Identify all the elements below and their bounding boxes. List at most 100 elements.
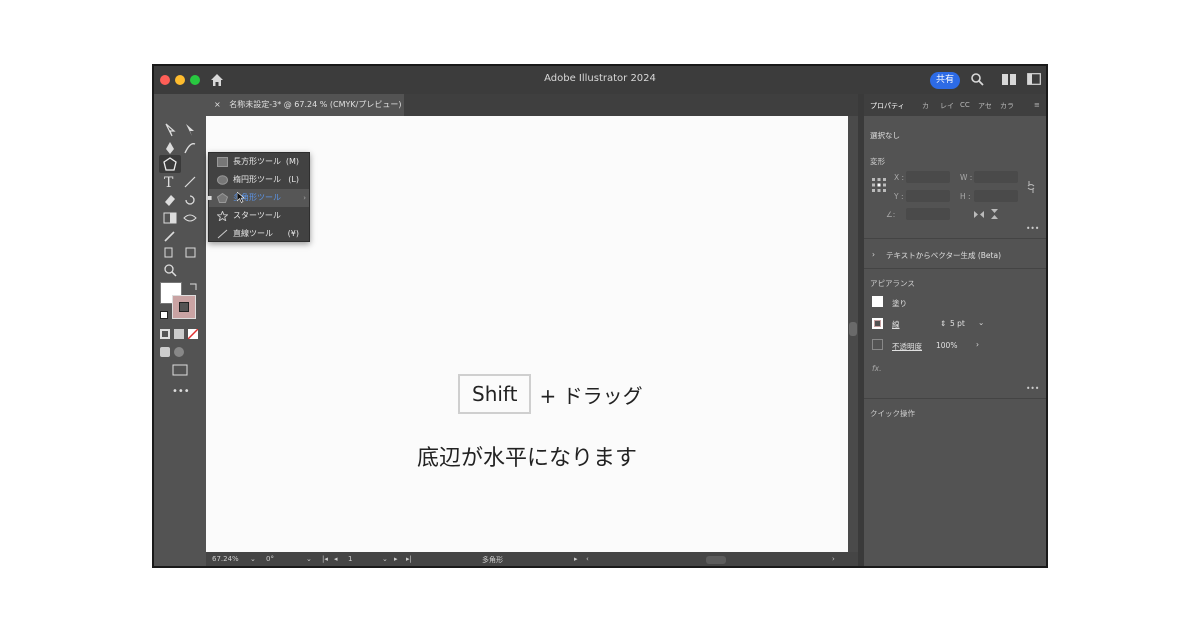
- tab-cc-libraries[interactable]: CC: [960, 101, 970, 109]
- default-colors-icon[interactable]: [160, 311, 168, 319]
- none-mode-icon[interactable]: [188, 329, 198, 339]
- y-field[interactable]: [906, 190, 950, 202]
- star-icon: [217, 211, 228, 221]
- stroke-color-swatch[interactable]: [172, 295, 196, 319]
- rotation-value[interactable]: 0°: [266, 555, 274, 563]
- tab-color[interactable]: カラ: [1000, 101, 1014, 111]
- close-tab-icon[interactable]: ×: [214, 100, 221, 109]
- opacity-dropdown-icon[interactable]: ›: [976, 340, 979, 349]
- reference-point-icon[interactable]: [872, 178, 886, 192]
- draw-behind-icon[interactable]: [174, 347, 184, 357]
- x-label: X :: [894, 173, 905, 182]
- vertical-scrollbar[interactable]: [848, 116, 858, 552]
- flip-vertical-icon[interactable]: [990, 209, 999, 219]
- title-bar: Adobe Illustrator 2024 共有: [154, 66, 1046, 94]
- flyout-item-rectangle[interactable]: 長方形ツール (M): [209, 153, 309, 171]
- expand-chevron-icon[interactable]: ›: [872, 250, 875, 259]
- eyedropper-tool-icon[interactable]: [162, 228, 178, 244]
- tab-properties[interactable]: プロパティ: [870, 101, 905, 111]
- flip-horizontal-icon[interactable]: [974, 210, 984, 219]
- tab-asset-export[interactable]: アセ: [978, 101, 992, 111]
- tab-layers[interactable]: レイ: [940, 101, 954, 111]
- panel-toggle-icon[interactable]: [1027, 73, 1041, 85]
- scroll-thumb[interactable]: [849, 322, 857, 336]
- tab-color-guide[interactable]: カ: [922, 101, 929, 111]
- artboard-number[interactable]: 1: [348, 555, 352, 563]
- swap-colors-icon[interactable]: [188, 282, 198, 292]
- rectangle-icon: [217, 157, 228, 167]
- edit-toolbar-icon[interactable]: •••: [172, 386, 190, 397]
- draw-normal-icon[interactable]: [160, 347, 170, 357]
- plus-drag-label: + ドラッグ: [539, 383, 643, 408]
- zoom-level[interactable]: 67.24%: [212, 555, 239, 563]
- flyout-item-polygon[interactable]: ▪ 多角形ツール ›: [207, 189, 309, 207]
- direct-selection-tool-icon[interactable]: [162, 122, 178, 138]
- zoom-tool-icon[interactable]: [162, 262, 178, 278]
- shape-tools-flyout: 長方形ツール (M) 楕円形ツール (L) ▪ 多角形ツール › スターツール …: [207, 152, 310, 243]
- artboard-dropdown-icon[interactable]: ⌄: [382, 555, 388, 563]
- constrain-proportions-icon[interactable]: [1026, 180, 1036, 194]
- prev-artboard-icon[interactable]: ◂: [334, 555, 338, 563]
- flyout-item-star[interactable]: スターツール: [209, 207, 309, 225]
- stroke-swatch[interactable]: [872, 318, 883, 329]
- status-menu-icon[interactable]: ▸: [574, 555, 578, 563]
- document-tab-bar: × 名称未設定-3* @ 67.24 % (CMYK/プレビュー): [206, 94, 858, 116]
- transform-more-icon[interactable]: •••: [1026, 224, 1039, 233]
- document-tab[interactable]: × 名称未設定-3* @ 67.24 % (CMYK/プレビュー): [206, 94, 404, 116]
- gradient-mode-icon[interactable]: [174, 329, 184, 339]
- color-mode-icon[interactable]: [160, 329, 170, 339]
- panel-menu-icon[interactable]: ≡: [1034, 101, 1040, 109]
- h-field[interactable]: [974, 190, 1018, 202]
- properties-panel: プロパティ カ レイ CC アセ カラ ≡ 選択なし 変形 X : W : Y …: [858, 94, 1046, 566]
- svg-text:T: T: [164, 175, 174, 190]
- opacity-label[interactable]: 不透明度: [892, 341, 922, 352]
- zoom-dropdown-icon[interactable]: ⌄: [250, 555, 256, 563]
- pen-tool-icon[interactable]: [162, 140, 178, 156]
- gradient-tool-icon[interactable]: [162, 210, 178, 226]
- flyout-shortcut: (M): [285, 157, 299, 166]
- w-field[interactable]: [974, 171, 1018, 183]
- rotation-dropdown-icon[interactable]: ⌄: [306, 555, 312, 563]
- flyout-label: 楕円形ツール: [233, 175, 281, 184]
- effects-icon[interactable]: fx.: [872, 364, 881, 373]
- arrange-documents-icon[interactable]: [1002, 74, 1016, 85]
- opacity-value[interactable]: 100%: [936, 341, 957, 350]
- horizontal-scroll-thumb[interactable]: [706, 556, 726, 564]
- hscroll-right-icon[interactable]: ›: [832, 555, 835, 563]
- type-tool-icon[interactable]: T: [162, 174, 178, 190]
- submenu-arrow-icon: ›: [303, 194, 306, 202]
- divider: [864, 268, 1046, 269]
- screen-mode-icon[interactable]: [172, 364, 188, 376]
- hscroll-left-icon[interactable]: ‹: [586, 555, 589, 563]
- text-to-vector-label[interactable]: テキストからベクター生成 (Beta): [886, 250, 1001, 261]
- panel-tabs: プロパティ カ レイ CC アセ カラ ≡: [864, 94, 1046, 116]
- next-artboard-icon[interactable]: ▸: [394, 555, 398, 563]
- symbol-sprayer-tool-icon[interactable]: [162, 244, 178, 260]
- first-artboard-icon[interactable]: |◂: [322, 555, 328, 563]
- line-segment-tool-icon[interactable]: [182, 174, 198, 190]
- appearance-more-icon[interactable]: •••: [1026, 384, 1039, 393]
- curvature-tool-icon[interactable]: [182, 140, 198, 156]
- fill-swatch[interactable]: [872, 296, 883, 307]
- search-icon[interactable]: [970, 72, 984, 86]
- rotate-tool-icon[interactable]: [182, 192, 198, 208]
- fill-label: 塗り: [892, 299, 907, 308]
- document-tab-label: 名称未設定-3* @ 67.24 % (CMYK/プレビュー): [229, 100, 402, 109]
- flyout-item-line[interactable]: 直線ツール (¥): [209, 225, 309, 243]
- selection-tool-icon[interactable]: [182, 122, 198, 138]
- share-button[interactable]: 共有: [930, 72, 960, 89]
- polygon-tool-icon[interactable]: [162, 156, 178, 172]
- flyout-item-ellipse[interactable]: 楕円形ツール (L): [209, 171, 309, 189]
- stroke-dropdown-icon[interactable]: ⌄: [978, 318, 984, 327]
- x-field[interactable]: [906, 171, 950, 183]
- shortcut-instruction: Shift + ドラッグ: [458, 374, 643, 414]
- width-tool-icon[interactable]: [182, 210, 198, 226]
- angle-field[interactable]: [906, 208, 950, 220]
- last-artboard-icon[interactable]: ▸|: [406, 555, 412, 563]
- stroke-label[interactable]: 線: [892, 319, 900, 330]
- eraser-tool-icon[interactable]: [162, 192, 178, 208]
- stroke-stepper-icon[interactable]: ⇕: [940, 319, 946, 328]
- divider: [864, 398, 1046, 399]
- artboard-tool-icon[interactable]: [182, 244, 198, 260]
- stroke-weight-value[interactable]: 5 pt: [950, 319, 965, 328]
